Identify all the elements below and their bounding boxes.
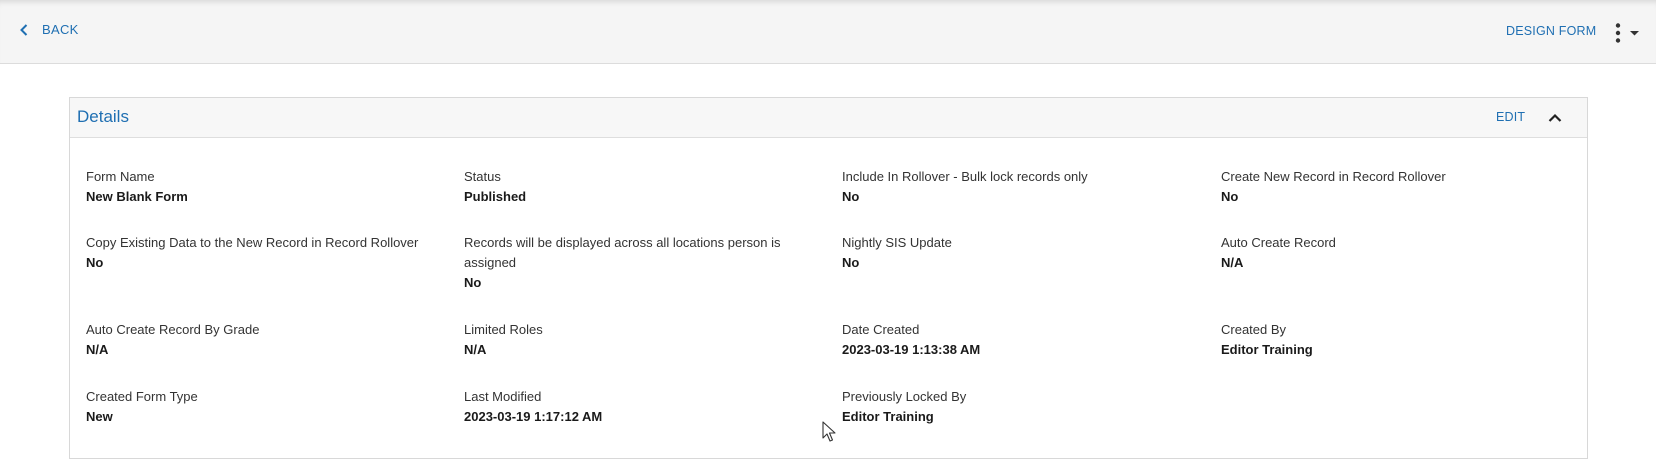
field-label: Last Modified — [464, 389, 542, 404]
field-created-form-type: Created Form Type New — [86, 387, 426, 427]
field-value: No — [842, 189, 860, 204]
collapse-button[interactable] — [1546, 109, 1564, 127]
field-label: Include In Rollover - Bulk lock records … — [842, 169, 1088, 184]
back-label: BACK — [42, 22, 79, 37]
field-label: Created By — [1221, 322, 1287, 337]
field-label: Limited Roles — [464, 322, 543, 337]
field-value: Editor Training — [1221, 342, 1313, 357]
field-form-name: Form Name New Blank Form — [86, 167, 426, 207]
field-last-modified: Last Modified 2023-03-19 1:17:12 AM — [464, 387, 804, 427]
chevron-up-icon — [1548, 113, 1562, 122]
field-value: 2023-03-19 1:17:12 AM — [464, 409, 603, 424]
field-value: 2023-03-19 1:13:38 AM — [842, 342, 981, 357]
field-value: N/A — [1221, 255, 1244, 270]
field-label: Created Form Type — [86, 389, 198, 404]
top-toolbar: BACK DESIGN FORM — [0, 0, 1656, 64]
field-value: New Blank Form — [86, 189, 188, 204]
field-label: Create New Record in Record Rollover — [1221, 169, 1446, 184]
field-value: Published — [464, 189, 527, 204]
field-copy-existing-data: Copy Existing Data to the New Record in … — [86, 233, 426, 273]
field-value: No — [86, 255, 104, 270]
mouse-cursor-icon — [822, 421, 836, 442]
field-value: N/A — [86, 342, 109, 357]
field-status: Status Published — [464, 167, 804, 207]
field-create-new-record: Create New Record in Record Rollover No — [1221, 167, 1561, 207]
details-panel-header: Details EDIT — [70, 98, 1587, 138]
field-date-created: Date Created 2023-03-19 1:13:38 AM — [842, 320, 1182, 360]
edit-button[interactable]: EDIT — [1496, 110, 1525, 124]
field-value: No — [1221, 189, 1239, 204]
field-label: Status — [464, 169, 501, 184]
field-limited-roles: Limited Roles N/A — [464, 320, 804, 360]
field-auto-create-record: Auto Create Record N/A — [1221, 233, 1561, 273]
field-label: Records will be displayed across all loc… — [464, 235, 781, 270]
field-label: Auto Create Record — [1221, 235, 1336, 250]
back-button[interactable]: BACK — [20, 22, 79, 37]
more-options-button[interactable] — [1608, 22, 1642, 44]
field-nightly-sis-update: Nightly SIS Update No — [842, 233, 1182, 273]
field-auto-create-by-grade: Auto Create Record By Grade N/A — [86, 320, 426, 360]
field-value: New — [86, 409, 113, 424]
field-label: Auto Create Record By Grade — [86, 322, 260, 337]
field-previously-locked-by: Previously Locked By Editor Training — [842, 387, 1182, 427]
field-value: N/A — [464, 342, 487, 357]
chevron-left-icon — [20, 23, 28, 36]
field-label: Nightly SIS Update — [842, 235, 952, 250]
field-created-by: Created By Editor Training — [1221, 320, 1561, 360]
kebab-menu-icon — [1615, 23, 1639, 43]
field-include-in-rollover: Include In Rollover - Bulk lock records … — [842, 167, 1182, 207]
design-form-button[interactable]: DESIGN FORM — [1506, 24, 1596, 38]
field-label: Date Created — [842, 322, 920, 337]
panel-title: Details — [77, 107, 129, 126]
field-records-displayed: Records will be displayed across all loc… — [464, 233, 799, 293]
field-value: No — [464, 275, 482, 290]
field-label: Previously Locked By — [842, 389, 967, 404]
field-value: Editor Training — [842, 409, 934, 424]
field-label: Form Name — [86, 169, 155, 184]
field-value: No — [842, 255, 860, 270]
field-label: Copy Existing Data to the New Record in … — [86, 235, 419, 250]
